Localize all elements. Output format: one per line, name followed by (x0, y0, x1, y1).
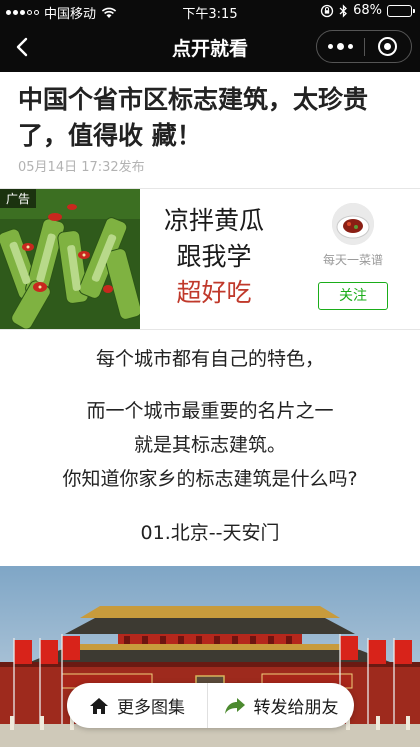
mini-program-capsule (316, 30, 412, 63)
publish-time: 05月14日 17:32发布 (18, 160, 145, 175)
paragraph-line: 你知道你家乡的标志建筑是什么吗? (62, 468, 358, 490)
nav-bar: 点开就看 (0, 22, 420, 72)
more-gallery-button[interactable]: 更多图集 (67, 683, 207, 728)
avatar[interactable] (332, 203, 374, 245)
paragraph-main: 而一个城市最重要的名片之一 就是其标志建筑。 你知道你家乡的标志建筑是什么吗? (0, 394, 420, 496)
section-heading-beijing: 01.北京--天安门 (140, 522, 280, 544)
status-right: 68% (320, 3, 415, 18)
more-gallery-label: 更多图集 (117, 698, 185, 718)
bluetooth-icon (339, 3, 348, 18)
share-to-friend-button[interactable]: 转发给朋友 (208, 683, 354, 728)
battery-icon (387, 4, 415, 17)
ad-account-name: 每天一菜谱 (322, 253, 383, 267)
status-bar: 中国移动 下午3:15 68% (0, 0, 420, 22)
ad-line-2: 跟我学 (176, 242, 252, 271)
ad-image-art (0, 189, 140, 329)
paragraph-intro: 每个城市都有自己的特色， (95, 348, 324, 370)
follow-button[interactable]: 关注 (318, 282, 388, 310)
ad-card[interactable]: 广告 凉拌黄瓜 跟我学 超好吃 每天一菜谱 关注 (0, 188, 420, 330)
lock-rotation-icon (320, 4, 334, 17)
paragraph-line: 就是其标志建筑。 (133, 434, 286, 456)
share-arrow-icon (224, 697, 245, 714)
ad-image-cucumber-salad: 广告 (0, 189, 140, 329)
home-icon (90, 697, 108, 714)
close-button[interactable] (365, 31, 411, 62)
ad-line-3: 超好吃 (176, 278, 252, 307)
avatar-art (332, 203, 374, 245)
close-circle-icon (378, 37, 398, 56)
ad-tag: 广告 (0, 189, 37, 208)
article-title: 中国个省市区标志建筑，太珍贵了，值得收 藏！ (18, 85, 369, 150)
paragraph-line: 而一个城市最重要的名片之一 (86, 400, 334, 422)
chevron-left-icon (16, 37, 28, 57)
ad-line-1: 凉拌黄瓜 (163, 206, 264, 235)
back-button[interactable] (8, 32, 38, 62)
share-to-friend-label: 转发给朋友 (253, 698, 339, 718)
battery-percent: 68% (353, 3, 382, 18)
floating-action-bar: 更多图集 转发给朋友 (67, 683, 354, 728)
more-button[interactable] (317, 31, 364, 62)
more-dots-icon (328, 43, 353, 50)
ad-headline: 凉拌黄瓜 跟我学 超好吃 (140, 203, 288, 311)
